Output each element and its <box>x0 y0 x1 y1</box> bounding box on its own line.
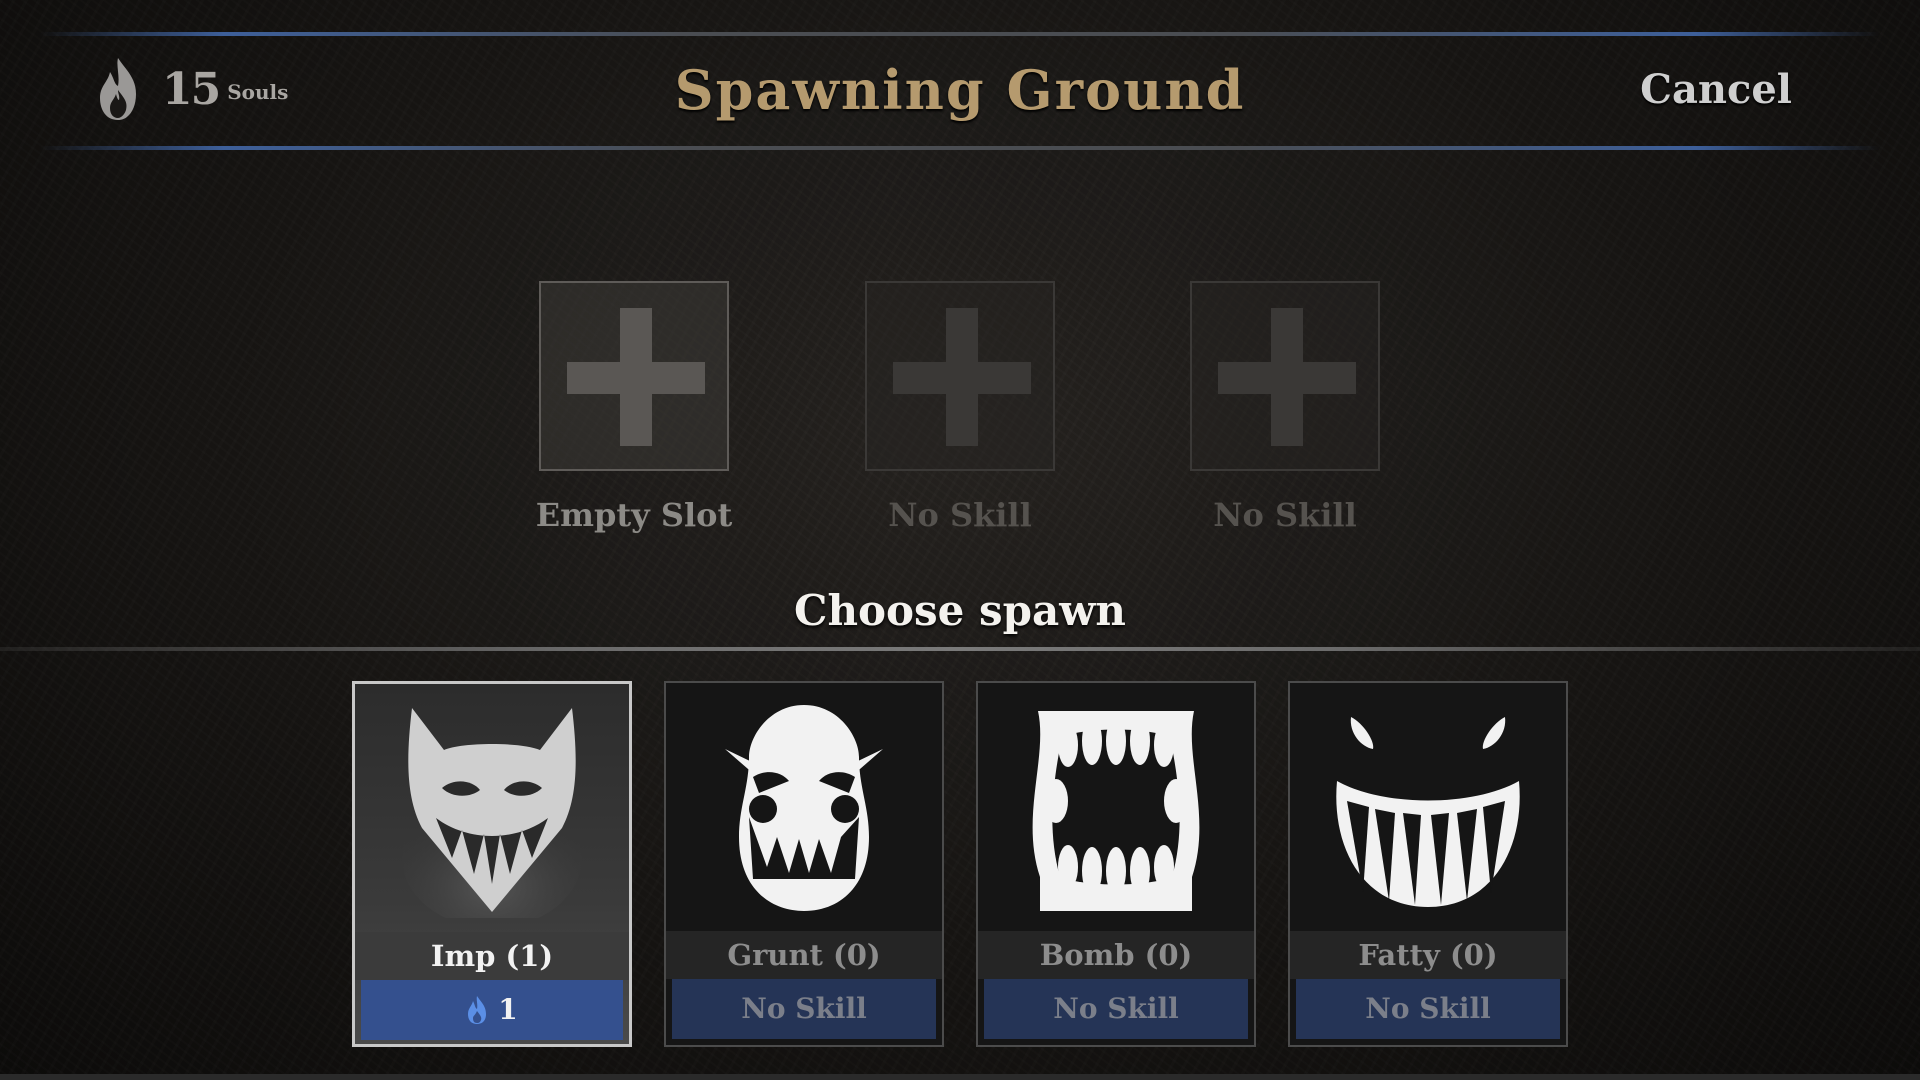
header-top-line <box>40 32 1880 36</box>
spawn-card-grunt[interactable]: Grunt (0) No Skill <box>664 681 944 1047</box>
spawn-skill: No Skill <box>984 979 1248 1039</box>
spawn-skill: No Skill <box>1296 979 1560 1039</box>
spawn-card-bomb[interactable]: Bomb (0) No Skill <box>976 681 1256 1047</box>
skill-slot-2[interactable] <box>865 281 1055 471</box>
grunt-face-icon <box>725 705 883 911</box>
header-bottom-line <box>40 146 1880 150</box>
spawn-skill: 1 <box>361 980 623 1040</box>
spawn-name: Bomb (0) <box>978 931 1254 979</box>
section-title: Choose spawn <box>794 586 1126 635</box>
bomb-mouth-icon <box>1032 711 1200 911</box>
skill-slot-3[interactable] <box>1190 281 1380 471</box>
background-texture <box>0 0 1920 1080</box>
page-title: Spawning Ground <box>674 58 1246 122</box>
spawn-skill-cost: 1 <box>498 993 518 1026</box>
footer-line <box>0 1074 1920 1080</box>
skill-slot-1-label: Empty Slot <box>535 496 733 534</box>
spawn-name: Grunt (0) <box>666 931 942 979</box>
spawn-card-imp[interactable]: Imp (1) 1 <box>352 681 632 1047</box>
skill-slot-3-label: No Skill <box>1213 496 1357 534</box>
spawn-name: Imp (1) <box>355 932 629 980</box>
cancel-button[interactable]: Cancel <box>1640 66 1792 113</box>
spawn-skill: No Skill <box>672 979 936 1039</box>
skill-slot-1[interactable] <box>539 281 729 471</box>
blue-flame-icon <box>468 996 487 1024</box>
spawn-card-fatty[interactable]: Fatty (0) No Skill <box>1288 681 1568 1047</box>
skill-slot-2-label: No Skill <box>888 496 1032 534</box>
section-divider <box>0 647 1920 651</box>
fatty-grin-icon <box>1336 717 1520 907</box>
imp-face-icon <box>402 708 582 918</box>
spawn-name: Fatty (0) <box>1290 931 1566 979</box>
